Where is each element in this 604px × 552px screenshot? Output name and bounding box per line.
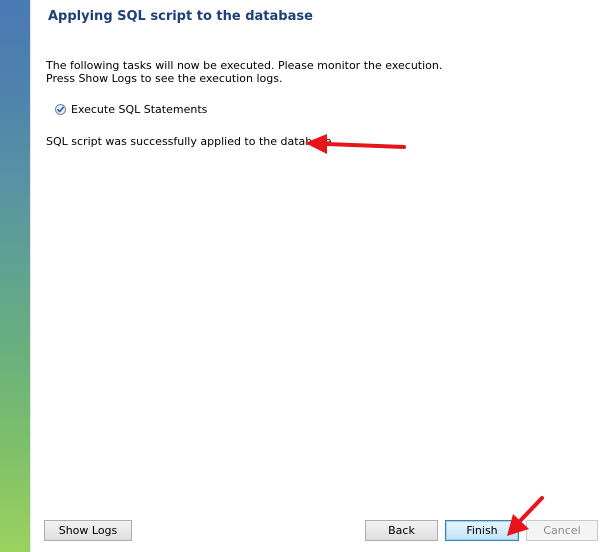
show-logs-button[interactable]: Show Logs (44, 520, 132, 541)
page-title: Applying SQL script to the database (48, 9, 313, 24)
task-item-execute-sql: Execute SQL Statements (55, 102, 207, 116)
task-label: Execute SQL Statements (71, 102, 208, 116)
finish-button[interactable]: Finish (445, 520, 519, 541)
check-icon (55, 103, 66, 115)
wizard-side-banner (0, 0, 31, 552)
description-line-1: The following tasks will now be executed… (46, 59, 443, 72)
cancel-button: Cancel (526, 520, 598, 541)
description-line-2: Press Show Logs to see the execution log… (46, 72, 283, 85)
result-message: SQL script was successfully applied to t… (46, 135, 336, 148)
task-description: The following tasks will now be executed… (46, 59, 442, 85)
back-button[interactable]: Back (365, 520, 438, 541)
